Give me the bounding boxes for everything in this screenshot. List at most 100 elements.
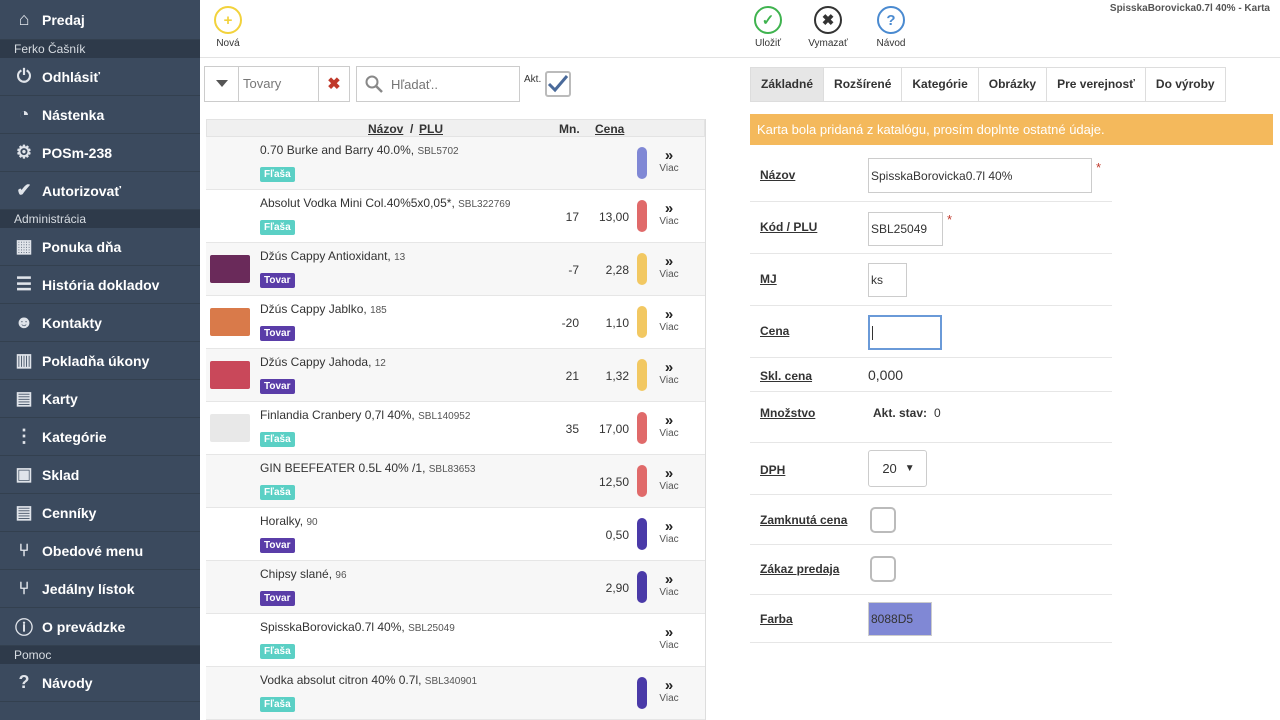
sidebar-item[interactable]: ☻ Kontakty [0, 304, 200, 342]
product-type-badge: Tovar [260, 273, 295, 288]
sidebar-item[interactable]: ✔ Autorizovať [0, 172, 200, 210]
name-field[interactable]: SpisskaBorovicka0.7l 40% [868, 158, 1092, 193]
product-code: 185 [370, 305, 387, 316]
cards-icon: ▤ [15, 388, 33, 408]
new-button[interactable]: + Nová [200, 6, 256, 49]
sidebar-item[interactable]: ◔ Nástenka [0, 96, 200, 134]
product-type-badge: Tovar [260, 591, 295, 606]
list-item[interactable]: Chipsy slané, 96 Tovar 2,90 » Viac [206, 561, 705, 614]
more-button[interactable]: » Viac [658, 254, 680, 280]
product-quantity: -20 [561, 316, 579, 330]
sort-name-link[interactable]: Názov [368, 122, 403, 136]
more-label: Viac [659, 375, 679, 386]
stock-price-value: 0,000 [868, 367, 904, 383]
sidebar-item[interactable]: ⌂ Predaj [0, 0, 200, 40]
sidebar-item[interactable]: ▥ Pokladňa úkony [0, 342, 200, 380]
tab[interactable]: Kategórie [901, 67, 979, 102]
tab[interactable]: Do výroby [1144, 67, 1226, 102]
clear-category-button[interactable]: ✖ [318, 66, 350, 102]
vat-label: DPH [760, 463, 786, 477]
color-indicator [637, 147, 647, 179]
list-item[interactable]: Absolut Vodka Mini Col.40%5x0,05*, SBL32… [206, 190, 705, 243]
tab[interactable]: Rozšírené [823, 67, 903, 102]
price-field[interactable] [868, 315, 942, 350]
product-code: SBL83653 [428, 464, 476, 475]
search-input[interactable] [391, 76, 501, 92]
more-button[interactable]: » Viac [658, 201, 680, 227]
sidebar-item[interactable]: ⚙ POSm-238 [0, 134, 200, 172]
sidebar-item-label: Obedové menu [42, 542, 144, 559]
list-item[interactable]: Džús Cappy Jablko, 185 Tovar -20 1,10 » Viac [206, 296, 705, 349]
toolbar: + Nová ✓ Uložiť ✖ Vymazať ? Návod Spissk… [200, 0, 1280, 58]
more-button[interactable]: » Viac [658, 307, 680, 333]
more-label: Viac [659, 322, 679, 333]
list-item[interactable]: Vodka absolut citron 40% 0.7l, SBL340901… [206, 667, 705, 720]
color-indicator [637, 200, 647, 232]
product-name: 0.70 Burke and Barry 40.0%, SBL5702 [260, 143, 459, 157]
sidebar-item-label: História dokladov [42, 276, 160, 293]
sidebar-item[interactable]: ⑂ Jedálny lístok [0, 570, 200, 608]
sort-price-link[interactable]: Cena [595, 122, 624, 136]
sidebar-item[interactable]: ▤ Cenníky [0, 494, 200, 532]
sort-plu-link[interactable]: PLU [419, 122, 443, 136]
list-item[interactable]: Džús Cappy Antioxidant, 13 Tovar -7 2,28 » Vi… [206, 243, 705, 296]
color-field[interactable]: 8088D5 [868, 602, 932, 636]
product-type-badge: Tovar [260, 538, 295, 553]
sidebar-item[interactable]: ⋮ Kategórie [0, 418, 200, 456]
sidebar-item[interactable]: ? Návody [0, 664, 200, 702]
tab[interactable]: Pre verejnosť [1046, 67, 1146, 102]
list-item[interactable]: Horalky, 90 Tovar 0,50 » Viac [206, 508, 705, 561]
more-button[interactable]: » Viac [658, 466, 680, 492]
tab[interactable]: Základné [750, 67, 825, 102]
locked-price-checkbox[interactable] [870, 507, 896, 533]
vat-row: DPH 20 ▼ [750, 443, 1112, 495]
product-type-badge: Fľaša [260, 697, 295, 712]
sidebar-item[interactable]: ▦ Ponuka dňa [0, 228, 200, 266]
more-button[interactable]: » Viac [658, 413, 680, 439]
color-indicator [637, 677, 647, 709]
product-code: 96 [335, 570, 347, 581]
list-item[interactable]: GIN BEEFEATER 0.5L 40% /1, SBL83653 Fľaša… [206, 455, 705, 508]
unit-field[interactable]: ks [868, 263, 907, 297]
plu-field[interactable]: SBL25049 [868, 212, 943, 246]
unit-row: MJ ks [750, 254, 1112, 306]
product-name: Džús Cappy Antioxidant, 13 [260, 249, 406, 263]
list-item[interactable]: SpisskaBorovicka0.7l 40%, SBL25049 Fľaša »… [206, 614, 705, 667]
list-item[interactable]: Finlandia Cranbery 0,7l 40%, SBL140952 Fľ… [206, 402, 705, 455]
vat-select[interactable]: 20 ▼ [868, 450, 927, 487]
help-button[interactable]: ? Návod [863, 6, 919, 49]
required-marker: * [1096, 160, 1102, 175]
tab[interactable]: Obrázky [977, 67, 1048, 102]
more-button[interactable]: » Viac [658, 572, 680, 598]
sidebar-item[interactable]: ▤ Karty [0, 380, 200, 418]
boxes-icon: ▣ [15, 464, 33, 484]
search-box[interactable] [356, 66, 520, 102]
more-label: Viac [659, 163, 679, 174]
sidebar-item[interactable]: ▣ Sklad [0, 456, 200, 494]
more-label: Viac [659, 534, 679, 545]
sidebar-item[interactable]: ⑂ Obedové menu [0, 532, 200, 570]
more-button[interactable]: » Viac [658, 625, 680, 651]
save-button[interactable]: ✓ Uložiť [740, 6, 796, 49]
stock-price-row: Skl. cena 0,000 [750, 358, 1112, 392]
category-select[interactable]: Tovary [238, 66, 318, 102]
color-indicator [637, 412, 647, 444]
sidebar-item[interactable]: ⏻ Odhlásiť [0, 58, 200, 96]
category-dropdown-toggle[interactable] [204, 66, 238, 102]
no-sale-checkbox[interactable] [870, 556, 896, 582]
plu-row: Kód / PLU SBL25049 * [750, 202, 1112, 254]
sidebar-item[interactable]: ⓘ O prevádzke [0, 608, 200, 646]
list-header: Názov / PLU Mn. Cena [206, 119, 705, 137]
list-icon: ☰ [15, 274, 33, 294]
active-filter-checkbox[interactable] [545, 71, 572, 97]
more-button[interactable]: » Viac [658, 678, 680, 704]
product-name: Džús Cappy Jablko, 185 [260, 302, 387, 316]
list-item[interactable]: Džús Cappy Jahoda, 12 Tovar 21 1,32 » Viac [206, 349, 705, 402]
list-item[interactable]: 0.70 Burke and Barry 40.0%, SBL5702 Fľaša… [206, 137, 705, 190]
more-button[interactable]: » Viac [658, 360, 680, 386]
sidebar-section-heading: Ferko Čašník [0, 40, 200, 58]
sidebar-item[interactable]: ☰ História dokladov [0, 266, 200, 304]
delete-button[interactable]: ✖ Vymazať [800, 6, 856, 49]
more-button[interactable]: » Viac [658, 519, 680, 545]
more-button[interactable]: » Viac [658, 148, 680, 174]
